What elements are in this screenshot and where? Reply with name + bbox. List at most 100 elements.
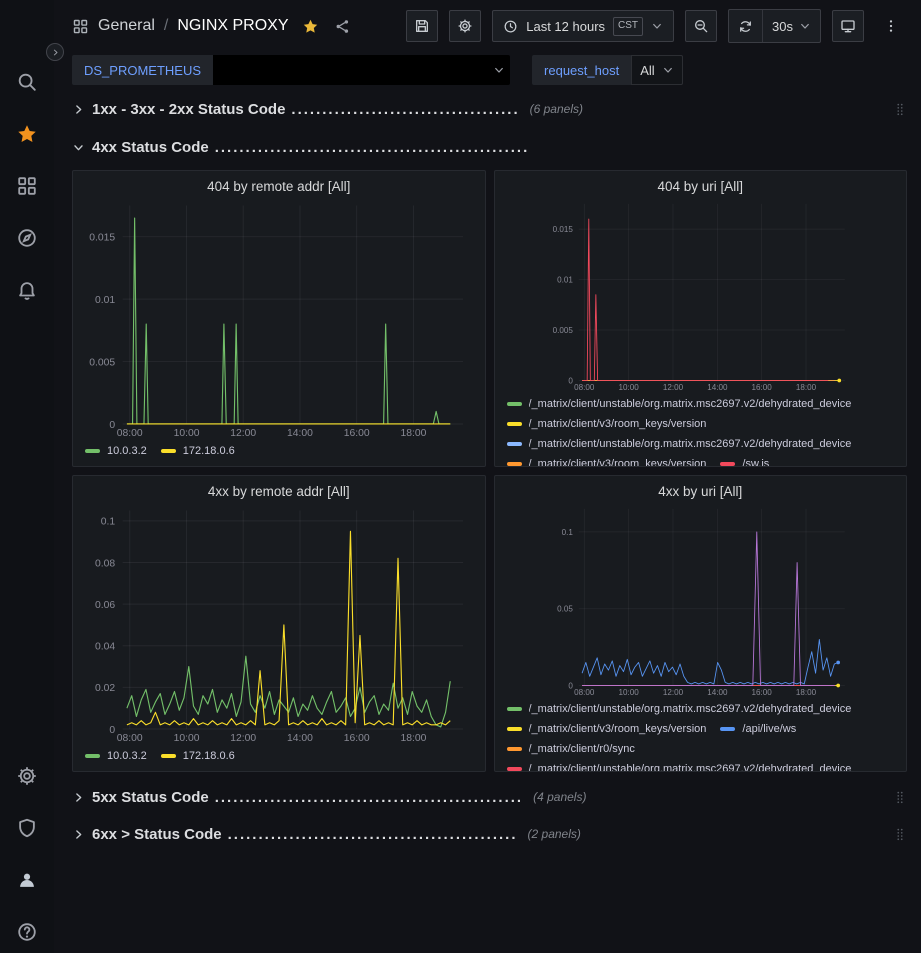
svg-text:08:00: 08:00 bbox=[574, 688, 595, 697]
svg-text:0.015: 0.015 bbox=[552, 225, 573, 234]
breadcrumb-section[interactable]: General bbox=[98, 17, 155, 35]
variable-value-datasource[interactable] bbox=[213, 55, 510, 85]
svg-text:12:00: 12:00 bbox=[230, 733, 256, 744]
share-button[interactable] bbox=[334, 18, 351, 35]
dashboard-settings-button[interactable] bbox=[449, 10, 481, 42]
legend-series-color-icon bbox=[720, 727, 735, 731]
legend-item[interactable]: /_matrix/client/unstable/org.matrix.msc2… bbox=[507, 701, 852, 716]
svg-text:14:00: 14:00 bbox=[707, 688, 728, 697]
kebab-menu-icon bbox=[883, 18, 899, 34]
timeseries-chart[interactable]: 08:0010:0012:0014:0016:0018:0000.0050.01… bbox=[73, 198, 485, 440]
kiosk-tv-button[interactable] bbox=[832, 10, 864, 42]
legend-item[interactable]: 172.18.0.6 bbox=[161, 748, 235, 763]
refresh-interval-dropdown[interactable]: 30s bbox=[762, 10, 820, 42]
dashboard-title[interactable]: NGINX PROXY bbox=[177, 17, 288, 35]
legend-series-label: /_matrix/client/unstable/org.matrix.msc2… bbox=[529, 398, 852, 410]
panel-title[interactable]: 4xx by remote addr [All] bbox=[73, 476, 485, 503]
legend-item[interactable]: /_matrix/client/r0/sync bbox=[507, 741, 635, 756]
timeseries-chart[interactable]: 08:0010:0012:0014:0016:0018:0000.050.1 bbox=[495, 503, 907, 698]
row-drag-handle[interactable] bbox=[893, 822, 907, 846]
legend-series-label: /_matrix/client/v3/room_keys/version bbox=[529, 723, 707, 735]
variable-label-request-host[interactable]: request_host bbox=[532, 55, 631, 85]
sidebar-item-explore[interactable] bbox=[16, 227, 38, 249]
row-panel-count: (2 panels) bbox=[528, 827, 581, 841]
legend-item[interactable]: /_matrix/client/v3/room_keys/version bbox=[507, 456, 707, 466]
row-drag-handle[interactable] bbox=[893, 97, 907, 121]
variable-label-datasource[interactable]: DS_PROMETHEUS bbox=[72, 55, 213, 85]
sidebar-item-alerting[interactable] bbox=[16, 279, 38, 301]
svg-text:12:00: 12:00 bbox=[230, 428, 256, 439]
chevron-right-icon bbox=[72, 791, 85, 804]
legend-series-label: 10.0.3.2 bbox=[107, 750, 147, 762]
chart-legend: 10.0.3.2 172.18.0.6 bbox=[73, 745, 485, 771]
row-title: 4xx Status Code bbox=[92, 139, 209, 156]
variable-selected-value: All bbox=[640, 63, 654, 78]
panel-grid: 404 by remote addr [All] 08:0010:0012:00… bbox=[72, 170, 907, 772]
sidebar-item-search[interactable] bbox=[16, 71, 38, 93]
legend-item[interactable]: /_matrix/client/v3/room_keys/version bbox=[507, 416, 707, 431]
sidebar-item-dashboards[interactable] bbox=[16, 175, 38, 197]
legend-series-color-icon bbox=[161, 754, 176, 758]
legend-series-color-icon bbox=[507, 462, 522, 466]
grafana-logo[interactable] bbox=[12, 16, 42, 46]
favorite-star-button[interactable] bbox=[302, 18, 319, 35]
row-title-dots: ..................................... bbox=[291, 101, 519, 118]
share-icon bbox=[334, 18, 351, 35]
legend-series-color-icon bbox=[507, 422, 522, 426]
row-title: 6xx > Status Code bbox=[92, 826, 222, 843]
row-panel-count: (4 panels) bbox=[533, 790, 586, 804]
legend-item[interactable]: /_matrix/client/v3/room_keys/version bbox=[507, 721, 707, 736]
row-header-1xx[interactable]: 1xx - 3xx - 2xx Status Code ............… bbox=[72, 96, 907, 122]
legend-series-color-icon bbox=[507, 707, 522, 711]
svg-text:0.04: 0.04 bbox=[95, 642, 115, 653]
legend-series-label: /sw.js bbox=[742, 458, 769, 467]
more-options-button[interactable] bbox=[875, 10, 907, 42]
legend-item[interactable]: /_matrix/client/unstable/org.matrix.msc2… bbox=[507, 761, 852, 771]
sidebar-item-profile[interactable] bbox=[16, 869, 38, 891]
sidebar-item-starred[interactable] bbox=[16, 123, 38, 145]
panel-4xx-by-uri: 4xx by uri [All] 08:0010:0012:0014:0016:… bbox=[494, 475, 908, 772]
variable-request-host: request_host All bbox=[532, 55, 683, 85]
panel-title[interactable]: 404 by uri [All] bbox=[495, 171, 907, 198]
row-drag-handle[interactable] bbox=[893, 785, 907, 809]
legend-item[interactable]: 172.18.0.6 bbox=[161, 443, 235, 458]
panel-title[interactable]: 4xx by uri [All] bbox=[495, 476, 907, 503]
save-dashboard-button[interactable] bbox=[406, 10, 438, 42]
refresh-icon bbox=[738, 19, 753, 34]
row-panel-count: (6 panels) bbox=[530, 102, 583, 116]
sidebar-item-server-admin[interactable] bbox=[16, 817, 38, 839]
sidebar bbox=[0, 0, 54, 953]
chevron-down-icon bbox=[799, 20, 811, 32]
variables-bar: DS_PROMETHEUS request_host All bbox=[54, 52, 921, 88]
sidebar-item-configuration[interactable] bbox=[16, 765, 38, 787]
svg-text:0: 0 bbox=[109, 725, 115, 736]
zoom-out-time-button[interactable] bbox=[685, 10, 717, 42]
sidebar-item-help[interactable] bbox=[16, 921, 38, 943]
row-header-4xx[interactable]: 4xx Status Code ........................… bbox=[72, 134, 907, 160]
legend-item[interactable]: /_matrix/client/unstable/org.matrix.msc2… bbox=[507, 396, 852, 411]
legend-item[interactable]: 10.0.3.2 bbox=[85, 748, 147, 763]
svg-text:0.08: 0.08 bbox=[95, 558, 115, 569]
timeseries-chart[interactable]: 08:0010:0012:0014:0016:0018:0000.0050.01… bbox=[495, 198, 907, 393]
legend-item[interactable]: /_matrix/client/unstable/org.matrix.msc2… bbox=[507, 436, 852, 451]
time-range-label: Last 12 hours bbox=[526, 19, 605, 34]
chevron-right-icon bbox=[72, 103, 85, 116]
panel-title[interactable]: 404 by remote addr [All] bbox=[73, 171, 485, 198]
row-title: 5xx Status Code bbox=[92, 789, 209, 806]
legend-series-color-icon bbox=[507, 727, 522, 731]
sidebar-expand-button[interactable] bbox=[46, 43, 64, 61]
row-header-6xx[interactable]: 6xx > Status Code ......................… bbox=[72, 821, 907, 847]
timeseries-chart[interactable]: 08:0010:0012:0014:0016:0018:0000.020.040… bbox=[73, 503, 485, 745]
variable-value-request-host[interactable]: All bbox=[631, 55, 682, 85]
row-header-5xx[interactable]: 5xx Status Code ........................… bbox=[72, 784, 907, 810]
refresh-button[interactable] bbox=[729, 10, 762, 42]
legend-series-label: 172.18.0.6 bbox=[183, 750, 235, 762]
legend-item[interactable]: /sw.js bbox=[720, 456, 769, 466]
svg-text:16:00: 16:00 bbox=[751, 688, 772, 697]
legend-item[interactable]: 10.0.3.2 bbox=[85, 443, 147, 458]
svg-text:10:00: 10:00 bbox=[174, 733, 200, 744]
legend-item[interactable]: /api/live/ws bbox=[720, 721, 796, 736]
row-title-dots: ........................................… bbox=[215, 139, 530, 156]
legend-series-color-icon bbox=[507, 442, 522, 446]
time-range-picker[interactable]: Last 12 hours CST bbox=[492, 10, 674, 42]
